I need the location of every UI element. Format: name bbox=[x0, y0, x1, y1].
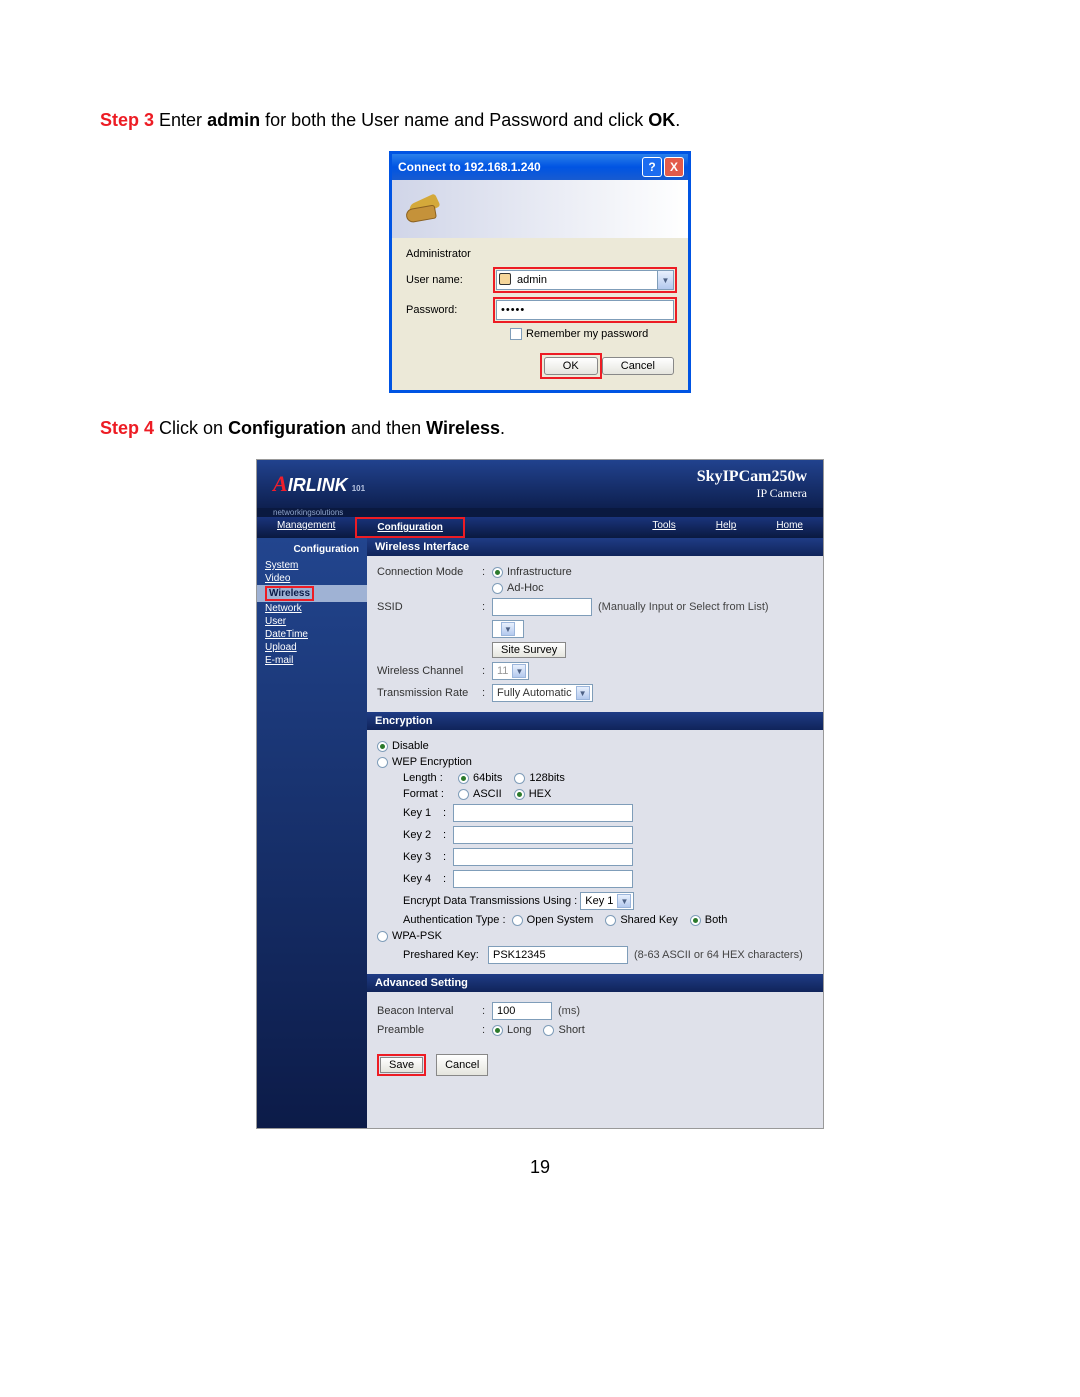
nav-tools[interactable]: Tools bbox=[632, 517, 695, 538]
format-label: Format : bbox=[403, 788, 458, 800]
radio-wpa-psk[interactable]: WPA-PSK bbox=[377, 930, 442, 942]
radio-128bits[interactable]: 128bits bbox=[514, 772, 564, 784]
product-subtitle: IP Camera bbox=[697, 486, 807, 501]
radio-64bits[interactable]: 64bits bbox=[458, 772, 502, 784]
radio-both[interactable]: Both bbox=[690, 914, 728, 926]
sidebar-item-upload[interactable]: Upload bbox=[257, 641, 367, 654]
chevron-down-icon: ▼ bbox=[512, 664, 526, 678]
beacon-input[interactable] bbox=[492, 1002, 552, 1020]
key2-label: Key 2 bbox=[403, 829, 443, 841]
chevron-down-icon: ▼ bbox=[501, 622, 515, 636]
nav-help[interactable]: Help bbox=[696, 517, 757, 538]
webui: AIRLINK 101 SkyIPCam250w IP Camera netwo… bbox=[256, 459, 824, 1129]
nav-configuration[interactable]: Configuration bbox=[355, 517, 465, 538]
help-icon[interactable]: ? bbox=[642, 157, 662, 177]
remember-checkbox[interactable] bbox=[510, 328, 522, 340]
sidebar-item-network[interactable]: Network bbox=[257, 602, 367, 615]
key4-input[interactable] bbox=[453, 870, 633, 888]
key4-label: Key 4 bbox=[403, 873, 443, 885]
radio-hex[interactable]: HEX bbox=[514, 788, 552, 800]
preamble-label: Preamble bbox=[377, 1024, 482, 1036]
psk-label: Preshared Key: bbox=[403, 949, 488, 961]
webui-header: AIRLINK 101 SkyIPCam250w IP Camera bbox=[257, 460, 823, 508]
dialog-banner bbox=[392, 180, 688, 238]
psk-hint: (8-63 ASCII or 64 HEX characters) bbox=[634, 949, 803, 961]
server-label: Administrator bbox=[406, 248, 674, 260]
auth-type-label: Authentication Type : bbox=[403, 914, 506, 926]
sidebar-header: Configuration bbox=[257, 542, 367, 559]
radio-shared-key[interactable]: Shared Key bbox=[605, 914, 677, 926]
beacon-unit: (ms) bbox=[558, 1005, 580, 1017]
step3-text: Step 3 Enter admin for both the User nam… bbox=[100, 110, 980, 131]
sidebar: Configuration System Video Wireless Netw… bbox=[257, 538, 367, 1128]
section-advanced: Advanced Setting bbox=[367, 974, 823, 992]
password-input[interactable] bbox=[496, 300, 674, 320]
rate-select[interactable]: Fully Automatic▼ bbox=[492, 684, 593, 702]
cancel-button[interactable]: Cancel bbox=[436, 1054, 488, 1076]
key1-label: Key 1 bbox=[403, 807, 443, 819]
brand-logo: AIRLINK 101 bbox=[273, 471, 365, 497]
person-icon bbox=[499, 273, 511, 285]
username-label: User name: bbox=[406, 274, 496, 286]
chevron-down-icon: ▼ bbox=[617, 894, 631, 908]
conn-mode-label: Connection Mode bbox=[377, 566, 482, 578]
nav-home[interactable]: Home bbox=[756, 517, 823, 538]
sidebar-item-video[interactable]: Video bbox=[257, 572, 367, 585]
channel-select[interactable]: 11▼ bbox=[492, 662, 529, 680]
sidebar-item-wireless[interactable]: Wireless bbox=[257, 585, 367, 602]
encrypt-using-select[interactable]: Key 1▼ bbox=[580, 892, 634, 910]
psk-input[interactable] bbox=[488, 946, 628, 964]
close-icon[interactable]: X bbox=[664, 157, 684, 177]
key3-label: Key 3 bbox=[403, 851, 443, 863]
auth-dialog: Connect to 192.168.1.240 ? X Administrat… bbox=[389, 151, 691, 393]
radio-ascii[interactable]: ASCII bbox=[458, 788, 502, 800]
page-number: 19 bbox=[100, 1157, 980, 1178]
radio-open-system[interactable]: Open System bbox=[512, 914, 594, 926]
key3-input[interactable] bbox=[453, 848, 633, 866]
sidebar-item-email[interactable]: E-mail bbox=[257, 654, 367, 667]
channel-label: Wireless Channel bbox=[377, 665, 482, 677]
key1-input[interactable] bbox=[453, 804, 633, 822]
dialog-titlebar: Connect to 192.168.1.240 ? X bbox=[392, 154, 688, 180]
encrypt-using-label: Encrypt Data Transmissions Using : bbox=[403, 895, 577, 907]
radio-wep[interactable]: WEP Encryption bbox=[377, 756, 472, 768]
username-input[interactable] bbox=[496, 270, 674, 290]
remember-label: Remember my password bbox=[526, 328, 648, 340]
key2-input[interactable] bbox=[453, 826, 633, 844]
rate-label: Transmission Rate bbox=[377, 687, 482, 699]
sidebar-item-user[interactable]: User bbox=[257, 615, 367, 628]
radio-disable[interactable]: Disable bbox=[377, 740, 429, 752]
radio-infrastructure[interactable]: Infrastructure bbox=[492, 566, 572, 578]
section-wireless-interface: Wireless Interface bbox=[367, 538, 823, 556]
product-title: SkyIPCam250w bbox=[697, 468, 807, 486]
length-label: Length : bbox=[403, 772, 458, 784]
ssid-label: SSID bbox=[377, 601, 482, 613]
save-button[interactable]: Save bbox=[380, 1057, 423, 1073]
ssid-hint: (Manually Input or Select from List) bbox=[598, 601, 769, 613]
cancel-button[interactable]: Cancel bbox=[602, 357, 674, 375]
site-survey-button[interactable]: Site Survey bbox=[492, 642, 566, 658]
step3-label: Step 3 bbox=[100, 110, 154, 130]
ssid-select[interactable]: ▼ bbox=[492, 620, 524, 638]
sidebar-item-system[interactable]: System bbox=[257, 559, 367, 572]
keys-icon bbox=[404, 189, 444, 229]
chevron-down-icon: ▼ bbox=[576, 686, 590, 700]
ok-button[interactable]: OK bbox=[544, 357, 598, 375]
beacon-label: Beacon Interval bbox=[377, 1005, 482, 1017]
radio-short[interactable]: Short bbox=[543, 1024, 584, 1036]
radio-long[interactable]: Long bbox=[492, 1024, 531, 1036]
ssid-input[interactable] bbox=[492, 598, 592, 616]
radio-adhoc[interactable]: Ad-Hoc bbox=[492, 582, 544, 594]
brand-tagline: networkingsolutions bbox=[257, 508, 823, 517]
section-encryption: Encryption bbox=[367, 712, 823, 730]
content: Wireless Interface Connection Mode: Infr… bbox=[367, 538, 823, 1128]
dialog-title: Connect to 192.168.1.240 bbox=[398, 160, 640, 174]
top-nav: Management Configuration Tools Help Home bbox=[257, 517, 823, 538]
nav-management[interactable]: Management bbox=[257, 517, 355, 538]
chevron-down-icon[interactable]: ▼ bbox=[657, 271, 673, 289]
password-label: Password: bbox=[406, 304, 496, 316]
step4-label: Step 4 bbox=[100, 418, 154, 438]
step4-text: Step 4 Click on Configuration and then W… bbox=[100, 418, 980, 439]
sidebar-item-datetime[interactable]: DateTime bbox=[257, 628, 367, 641]
